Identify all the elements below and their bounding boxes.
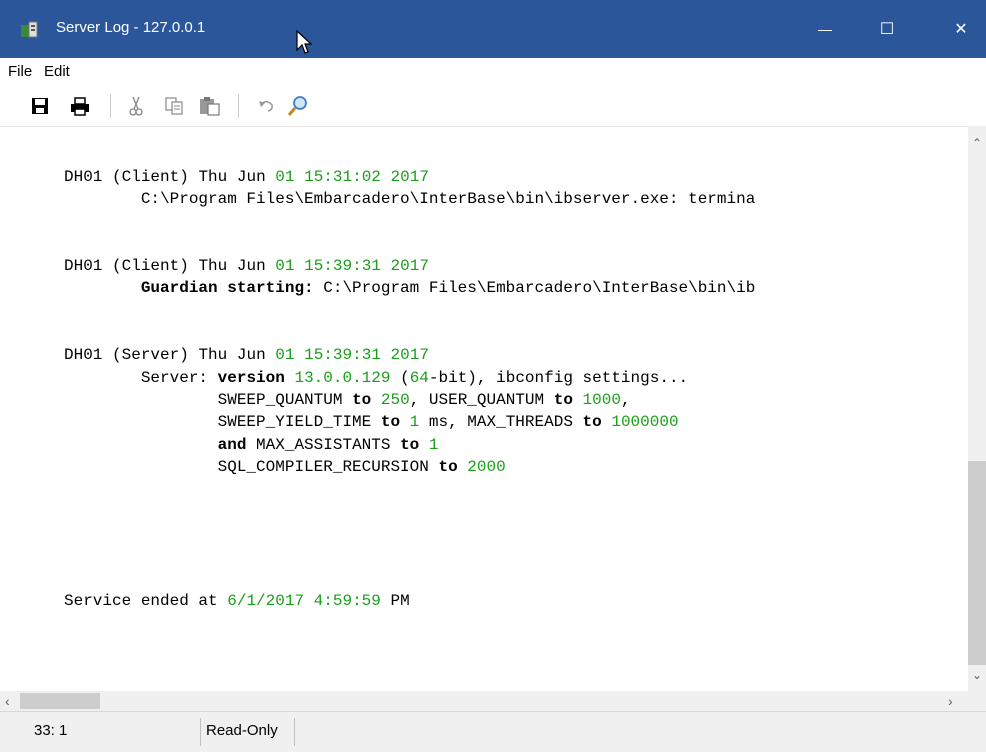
undo-icon [259,101,273,112]
menu-bar: File Edit [0,58,986,86]
service-ended-line: Service ended at 6/1/2017 4:59:59 PM [64,591,410,610]
status-divider [294,718,295,746]
close-button[interactable]: ✕ [938,0,984,58]
minimize-button[interactable]: — [802,0,848,58]
log-content: DH01 (Client) Thu Jun 01 15:31:02 2017 C… [64,166,968,686]
mouse-cursor-icon [296,29,313,61]
read-only-status: Read-Only [206,722,278,739]
save-button[interactable] [28,94,52,118]
undo-button[interactable] [254,94,278,118]
scroll-down-icon[interactable]: ⌄ [972,668,982,682]
menu-file[interactable]: File [8,63,32,80]
toolbar-separator [238,94,239,118]
copy-button[interactable] [162,94,186,118]
paste-button[interactable] [198,94,222,118]
status-bar: 33: 1 Read-Only [0,711,986,752]
cursor-position: 33: 1 [34,722,68,739]
setting-line: SWEEP_YIELD_TIME to 1 ms, MAX_THREADS to… [217,413,679,432]
scrollbar-corner [968,691,986,711]
print-icon [71,97,89,116]
log-entry-message: Guardian starting: C:\Program Files\Emba… [140,279,756,298]
vertical-scrollbar[interactable]: ⌃ ⌄ [968,126,986,691]
title-bar: Server Log - 127.0.0.1 — ☐ ✕ [0,0,986,58]
maximize-button[interactable]: ☐ [864,0,910,58]
log-viewer[interactable]: DH01 (Client) Thu Jun 01 15:31:02 2017 C… [0,126,968,692]
scroll-right-icon[interactable]: › [948,693,953,709]
cut-button[interactable] [124,94,148,118]
server-version-line: Server: version 13.0.0.129 (64-bit), ibc… [140,368,689,387]
toolbar-separator [110,94,111,118]
status-divider [200,718,201,746]
cut-icon [129,96,143,116]
log-entry-header: DH01 (Server) Thu Jun 01 15:39:31 2017 [64,346,429,365]
setting-line: and MAX_ASSISTANTS to 1 [217,435,439,454]
setting-line: SWEEP_QUANTUM to 250, USER_QUANTUM to 10… [217,390,631,409]
menu-edit[interactable]: Edit [44,63,70,80]
log-entry-header: DH01 (Client) Thu Jun 01 15:39:31 2017 [64,257,429,276]
scroll-left-icon[interactable]: ‹ [5,693,10,709]
log-entry-message: C:\Program Files\Embarcadero\InterBase\b… [140,190,756,209]
scroll-up-icon[interactable]: ⌃ [972,136,982,150]
horizontal-scrollbar[interactable]: ‹ › [0,691,968,711]
save-icon [32,98,48,114]
toolbar [0,86,986,126]
find-icon [287,96,307,116]
maximize-icon: ☐ [879,21,895,38]
window-title: Server Log - 127.0.0.1 [56,19,206,36]
close-icon: ✕ [954,21,968,38]
setting-line: SQL_COMPILER_RECURSION to 2000 [217,457,506,476]
app-icon [20,20,38,38]
paste-icon [200,97,220,116]
horizontal-scroll-thumb[interactable] [20,693,100,709]
copy-icon [165,97,183,115]
vertical-scroll-thumb[interactable] [968,461,986,665]
find-button[interactable] [286,94,310,118]
minimize-icon: — [818,21,832,37]
log-entry-header: DH01 (Client) Thu Jun 01 15:31:02 2017 [64,168,429,186]
editor-gutter [0,127,56,692]
print-button[interactable] [68,94,92,118]
